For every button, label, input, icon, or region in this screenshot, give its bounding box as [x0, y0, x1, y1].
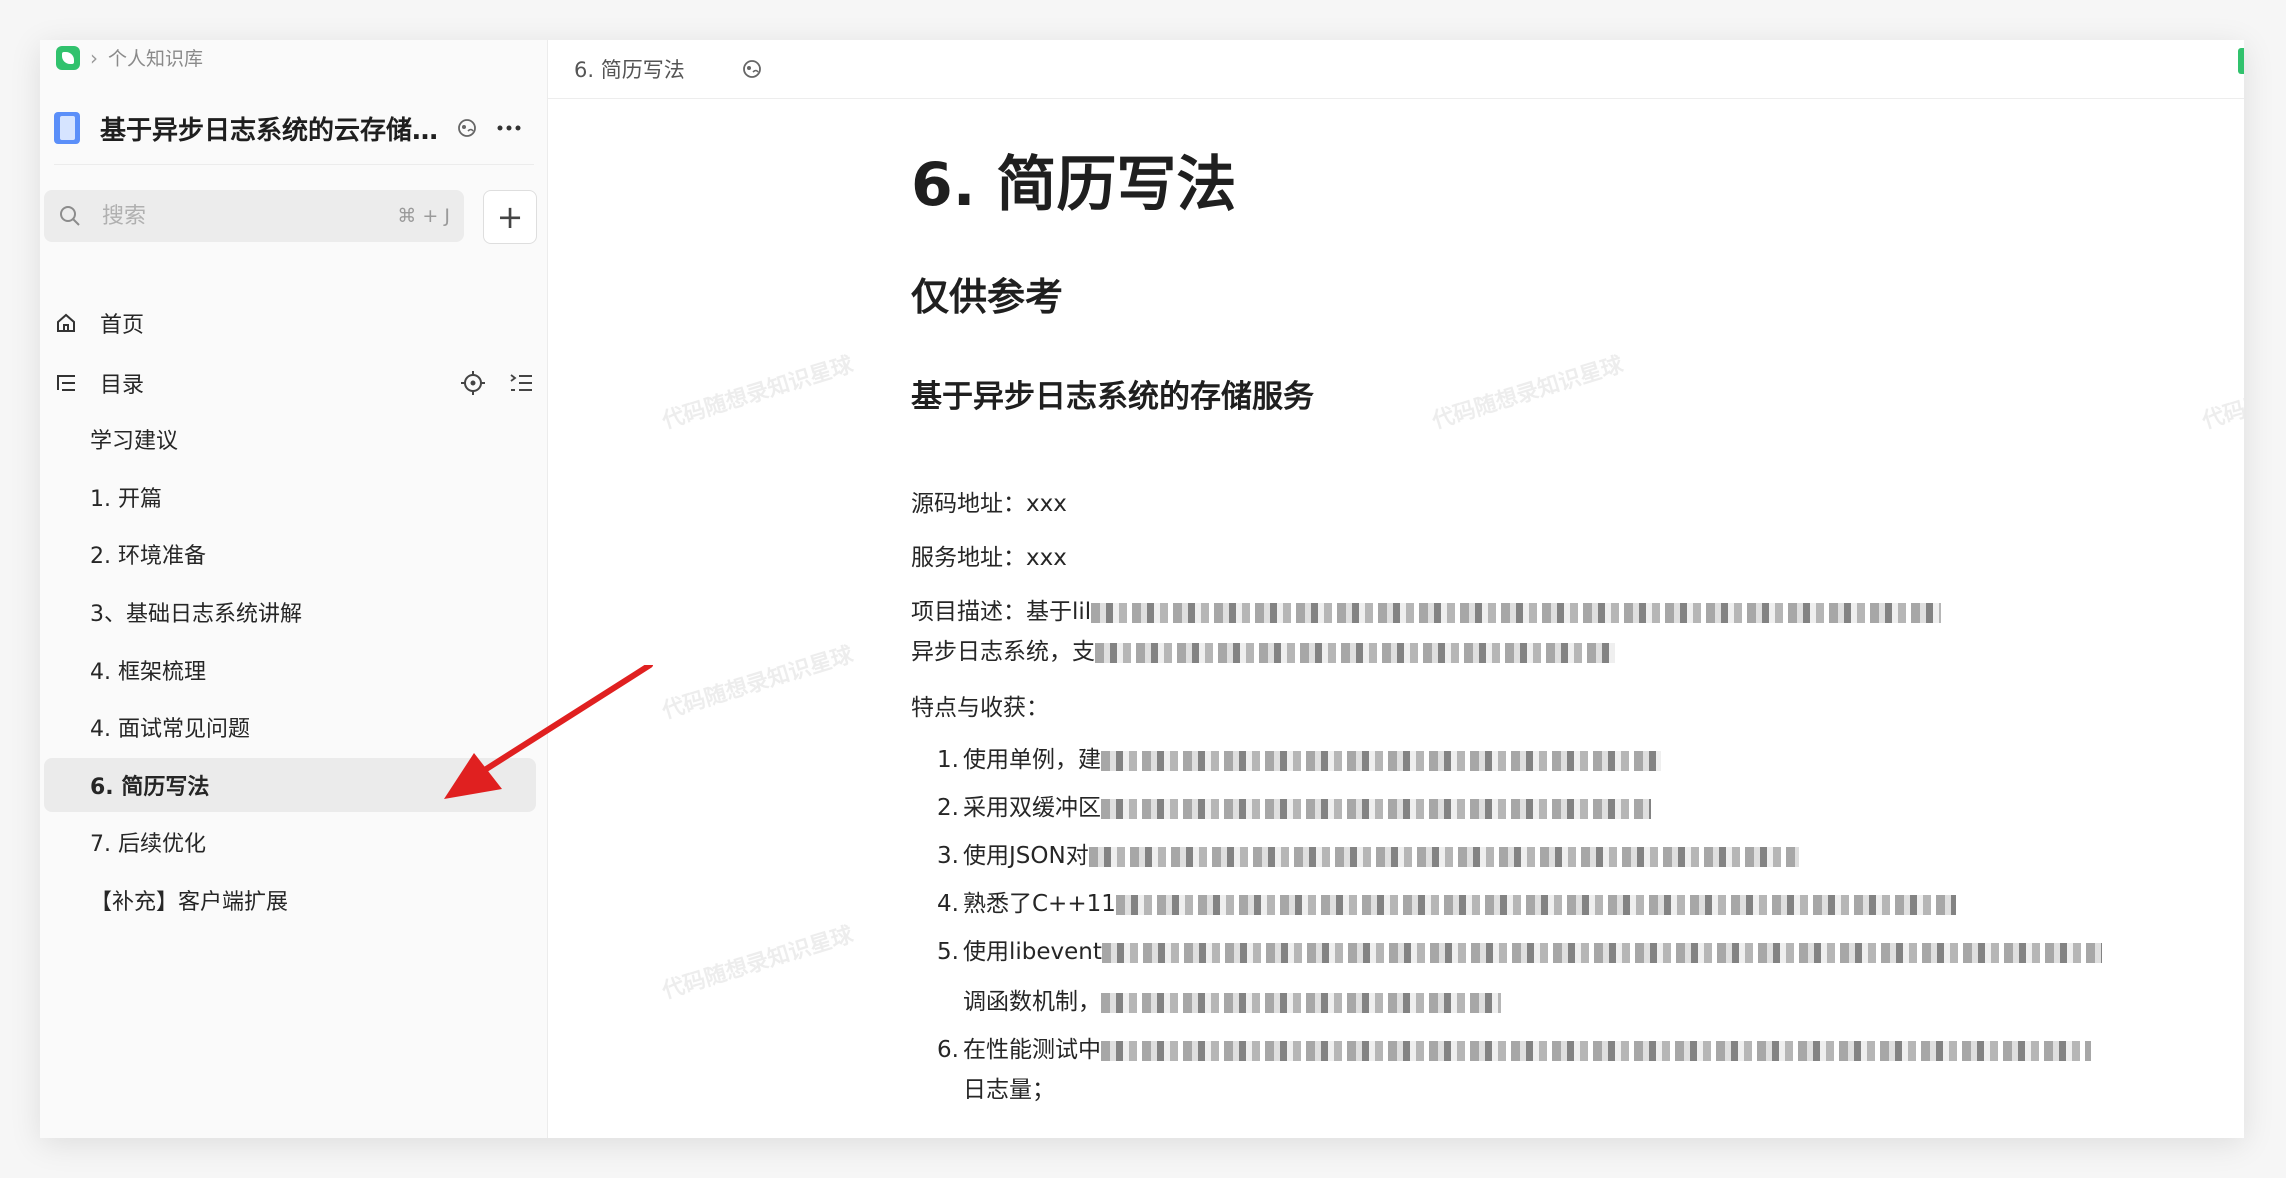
nav-home[interactable]: 首页	[54, 298, 534, 348]
doc-heading-3: 基于异步日志系统的存储服务	[911, 379, 1314, 415]
list-text: 使用单例，建	[963, 747, 1101, 773]
watermark: 代码随想录知识星球	[659, 922, 857, 1005]
list-text: 使用libevent	[963, 939, 1102, 965]
book-title[interactable]: 基于异步日志系统的云存储...	[100, 110, 440, 147]
redacted-text	[1088, 846, 1799, 867]
doc-title-tab[interactable]: 6. 简历写法	[574, 54, 685, 84]
home-icon	[57, 313, 75, 332]
main-content: 6. 简历写法 代码随想录知识星球 代码随想录知识星球 代码随想录知识星球 代码…	[548, 40, 2244, 1138]
search-icon	[60, 206, 80, 226]
list-number: 2.	[937, 795, 959, 821]
toc-item[interactable]: 3、基础日志系统讲解	[44, 585, 536, 639]
list-item: 4. 熟悉了C++11	[911, 884, 1956, 924]
description-prefix: 项目描述：基于lil	[911, 599, 1092, 625]
nav-toc[interactable]: 目录	[54, 358, 534, 408]
redacted-text	[1101, 1040, 2091, 1061]
sidebar: › 个人知识库 基于异步日志系统的云存储... ⌘ + J + 首页 目录	[40, 40, 548, 1138]
doc-heading-2: 仅供参考	[911, 275, 1064, 319]
list-item: 1. 使用单例，建	[911, 740, 1661, 780]
breadcrumb-label[interactable]: 个人知识库	[108, 44, 203, 71]
toc-item[interactable]: 【补充】客户端扩展	[44, 873, 536, 927]
top-bar: 6. 简历写法	[548, 40, 2244, 99]
chevron-right-icon: ›	[90, 45, 98, 70]
watermark: 代码随想录知识星球	[2199, 352, 2244, 435]
locate-icon[interactable]	[460, 370, 486, 396]
search-input[interactable]	[100, 202, 354, 230]
app-logo-icon[interactable]	[56, 45, 80, 70]
redacted-text	[1095, 642, 1615, 663]
more-icon[interactable]	[496, 117, 522, 139]
list-item: 6. 在性能测试中	[911, 1030, 2091, 1070]
book-icon	[54, 112, 80, 144]
list-item: 3. 使用JSON对	[911, 836, 1799, 876]
nav-toc-label: 目录	[100, 373, 145, 398]
description-line-2: 异步日志系统，支	[911, 632, 1615, 672]
list-number: 5.	[937, 939, 959, 965]
search-shortcut: ⌘ + J	[397, 205, 450, 227]
toc-icon	[57, 375, 75, 391]
list-text: 在性能测试中	[963, 1037, 1101, 1063]
doc-heading-1: 6. 简历写法	[911, 150, 1237, 220]
toc-item[interactable]: 1. 开篇	[44, 470, 536, 524]
source-line: 源码地址：xxx	[911, 491, 1067, 517]
service-line: 服务地址：xxx	[911, 545, 1067, 571]
list-text: 熟悉了C++11	[963, 891, 1116, 917]
features-label: 特点与收获：	[911, 695, 1049, 721]
collapse-list-icon[interactable]	[508, 370, 534, 396]
description-line-1: 项目描述：基于lil	[911, 592, 1942, 632]
breadcrumb: › 个人知识库	[56, 44, 203, 71]
list-text: 采用双缓冲区	[963, 795, 1101, 821]
collaboration-icon[interactable]	[741, 58, 763, 80]
toc-item[interactable]: 2. 环境准备	[44, 527, 536, 581]
watermark: 代码随想录知识星球	[659, 642, 857, 725]
list-text: 调函数机制，	[963, 989, 1101, 1015]
add-button[interactable]: +	[483, 190, 537, 244]
list-item-continuation: 日志量；	[911, 1070, 1055, 1110]
list-number: 1.	[937, 747, 959, 773]
redacted-text	[1101, 798, 1651, 819]
description-line2-prefix: 异步日志系统，支	[911, 639, 1095, 665]
toc-item[interactable]: 7. 后续优化	[44, 815, 536, 869]
book-header: 基于异步日志系统的云存储...	[54, 98, 534, 158]
redacted-text	[1091, 602, 1942, 623]
redacted-text	[1101, 942, 2102, 963]
watermark: 代码随想录知识星球	[659, 352, 857, 435]
toc-item[interactable]: 学习建议	[44, 412, 536, 466]
status-indicator	[2238, 48, 2244, 74]
list-item: 5. 使用libevent	[911, 932, 2102, 972]
list-number: 4.	[937, 891, 959, 917]
nav-home-label: 首页	[100, 313, 145, 338]
collaboration-icon[interactable]	[456, 117, 478, 139]
search-box[interactable]: ⌘ + J	[44, 190, 464, 242]
divider	[54, 164, 534, 165]
redacted-text	[1101, 750, 1661, 771]
annotation-arrow-icon	[444, 665, 653, 799]
list-item-continuation: 调函数机制，	[911, 982, 1501, 1022]
list-item: 2. 采用双缓冲区	[911, 788, 1651, 828]
list-text: 日志量；	[963, 1077, 1055, 1103]
list-text: 使用JSON对	[963, 843, 1089, 869]
redacted-text	[1115, 894, 1956, 915]
watermark: 代码随想录知识星球	[1429, 352, 1627, 435]
list-number: 3.	[937, 843, 959, 869]
redacted-text	[1101, 992, 1501, 1013]
app-window: › 个人知识库 基于异步日志系统的云存储... ⌘ + J + 首页 目录	[40, 40, 2244, 1138]
list-number: 6.	[937, 1037, 959, 1063]
